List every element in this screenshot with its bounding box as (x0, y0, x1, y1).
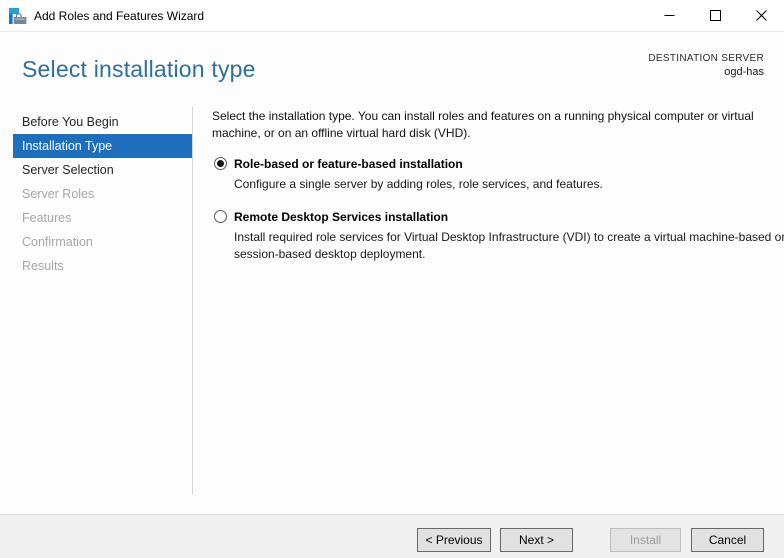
close-icon[interactable] (738, 0, 784, 31)
next-button[interactable]: Next > (500, 528, 573, 552)
installation-type-panel: Select the installation type. You can in… (212, 108, 784, 263)
title-bar: Add Roles and Features Wizard (0, 0, 784, 32)
previous-button[interactable]: < Previous (417, 528, 491, 552)
sidebar-divider (192, 107, 193, 494)
option-role-based-description: Configure a single server by adding role… (234, 176, 784, 193)
sidebar-item-server-roles: Server Roles (0, 182, 192, 206)
page-title: Select installation type (22, 56, 256, 83)
wizard-footer: < Previous Next > Install Cancel (0, 514, 784, 558)
wizard-steps-sidebar: Before You Begin Installation Type Serve… (0, 110, 192, 278)
destination-server-label: DESTINATION SERVER (648, 53, 764, 64)
window-controls (646, 0, 784, 31)
sidebar-item-confirmation: Confirmation (0, 230, 192, 254)
option-remote-desktop-label[interactable]: Remote Desktop Services installation (234, 209, 784, 225)
radio-remote-desktop[interactable] (214, 210, 227, 223)
sidebar-item-results: Results (0, 254, 192, 278)
cancel-button[interactable]: Cancel (691, 528, 764, 552)
option-role-based-label[interactable]: Role-based or feature-based installation (234, 156, 784, 172)
maximize-icon[interactable] (692, 0, 738, 31)
intro-text: Select the installation type. You can in… (212, 108, 780, 142)
radio-role-based[interactable] (214, 157, 227, 170)
destination-server-name: ogd-has (648, 66, 764, 78)
install-button[interactable]: Install (610, 528, 681, 552)
option-remote-desktop[interactable]: Remote Desktop Services installation Ins… (212, 209, 784, 263)
sidebar-item-features: Features (0, 206, 192, 230)
sidebar-item-before-you-begin[interactable]: Before You Begin (0, 110, 192, 134)
option-remote-desktop-description: Install required role services for Virtu… (234, 229, 784, 263)
minimize-icon[interactable] (646, 0, 692, 31)
sidebar-item-server-selection[interactable]: Server Selection (0, 158, 192, 182)
option-role-based[interactable]: Role-based or feature-based installation… (212, 156, 784, 193)
window-title: Add Roles and Features Wizard (34, 9, 204, 23)
server-manager-toolbox-icon (9, 7, 27, 25)
destination-server-block: DESTINATION SERVER ogd-has (648, 53, 764, 78)
sidebar-item-installation-type[interactable]: Installation Type (13, 134, 192, 158)
